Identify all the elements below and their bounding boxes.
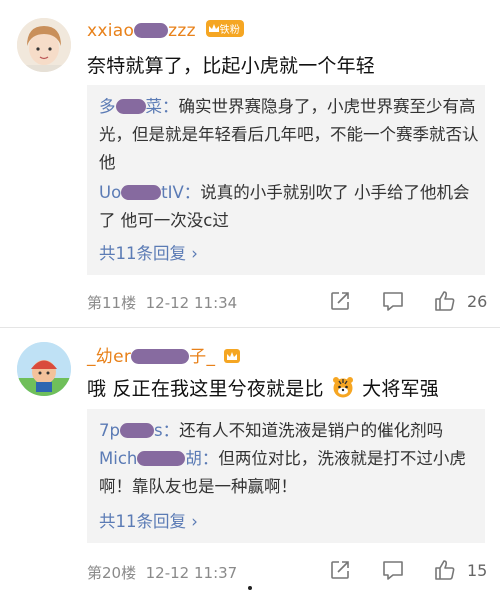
share-button[interactable] xyxy=(329,290,351,312)
thumbs-up-icon xyxy=(435,560,455,580)
comment-button[interactable] xyxy=(381,290,405,312)
like-count: 15 xyxy=(467,560,488,580)
reply-username[interactable]: Mich 胡 xyxy=(99,449,202,468)
reply-box[interactable]: 多菜：确实世界赛隐身了，小虎世界赛至少有高光，但是就是年轻看后几年吧，不能一个赛… xyxy=(87,85,485,275)
more-replies-link[interactable]: 共11条回复 › xyxy=(99,508,198,532)
reply-item[interactable]: 多菜：确实世界赛隐身了，小虎世界赛至少有高光，但是就是年轻看后几年吧，不能一个赛… xyxy=(99,93,479,177)
redaction-blot xyxy=(121,185,162,200)
fan-badge: 铁粉 xyxy=(205,20,245,37)
reply-item[interactable]: Mich 胡：但两位对比，洗液就是打不过小虎啊！靠队友也是一种赢啊！ xyxy=(99,445,479,501)
scroll-dot xyxy=(248,586,252,590)
crown-icon xyxy=(208,24,219,32)
username-text: zzz xyxy=(168,21,196,41)
reply-text: 还有人不知道洗液是销户的催化剂吗 xyxy=(179,421,444,440)
floor-time: 第20楼 12-12 11:37 xyxy=(87,562,237,583)
redaction-blot xyxy=(134,23,169,38)
comment-icon xyxy=(383,561,403,580)
comment-card: xxiao zzz 铁粉 奈特就算了，比起小虎就一个年轻 多菜：确实世界赛隐身了，… xyxy=(0,0,500,330)
username[interactable]: xxiao zzz 铁粉 xyxy=(87,20,245,41)
timestamp: 12-12 11:34 xyxy=(145,294,238,312)
comment-card: _幼er 子_ 哦 反正在我这里兮夜就是比 大将军强 7p s：还有人不知道洗液是销… xyxy=(0,330,500,594)
username-text: 子_ xyxy=(189,347,216,367)
divider xyxy=(0,327,500,328)
username-text: xxiao xyxy=(87,21,135,41)
comment-text: 奈特就算了，比起小虎就一个年轻 xyxy=(87,55,376,77)
timestamp: 12-12 11:37 xyxy=(145,564,238,582)
redaction-blot xyxy=(119,423,154,438)
like-button[interactable]: 26 xyxy=(433,289,487,313)
avatar-image xyxy=(17,342,71,396)
username-text: _幼er xyxy=(87,347,132,367)
avatar[interactable] xyxy=(17,18,71,72)
avatar-image xyxy=(17,18,71,72)
more-replies-link[interactable]: 共11条回复 › xyxy=(99,240,198,264)
floor-number: 第20楼 xyxy=(87,564,137,582)
share-button[interactable] xyxy=(329,559,351,581)
comment-text: 哦 反正在我这里兮夜就是比 大将军强 xyxy=(87,377,439,400)
reply-username[interactable]: 7p s xyxy=(99,421,163,440)
like-count: 26 xyxy=(467,291,488,311)
thumbs-up-icon xyxy=(435,291,455,311)
comment-icon xyxy=(383,292,403,311)
crown-badge-icon xyxy=(223,349,240,363)
reply-username[interactable]: Uo tIV xyxy=(99,183,184,202)
like-button[interactable]: 15 xyxy=(433,558,487,582)
avatar[interactable] xyxy=(17,342,71,396)
share-icon xyxy=(331,561,349,579)
username[interactable]: _幼er 子_ xyxy=(87,342,240,367)
tiger-emoji xyxy=(332,377,353,398)
redaction-blot xyxy=(131,349,190,364)
comment-button[interactable] xyxy=(381,559,405,581)
share-icon xyxy=(331,292,349,310)
reply-box[interactable]: 7p s：还有人不知道洗液是销户的催化剂吗 Mich 胡：但两位对比，洗液就是打不过… xyxy=(87,409,485,543)
redaction-blot xyxy=(137,451,186,466)
reply-item[interactable]: Uo tIV：说真的小手就别吹了 小手给了他机会了 他可一次没c过 xyxy=(99,179,479,235)
floor-time: 第11楼 12-12 11:34 xyxy=(87,292,237,313)
redaction-blot xyxy=(115,99,146,114)
floor-number: 第11楼 xyxy=(87,294,137,312)
reply-username[interactable]: 多菜 xyxy=(99,97,162,116)
reply-item[interactable]: 7p s：还有人不知道洗液是销户的催化剂吗 xyxy=(99,417,479,445)
